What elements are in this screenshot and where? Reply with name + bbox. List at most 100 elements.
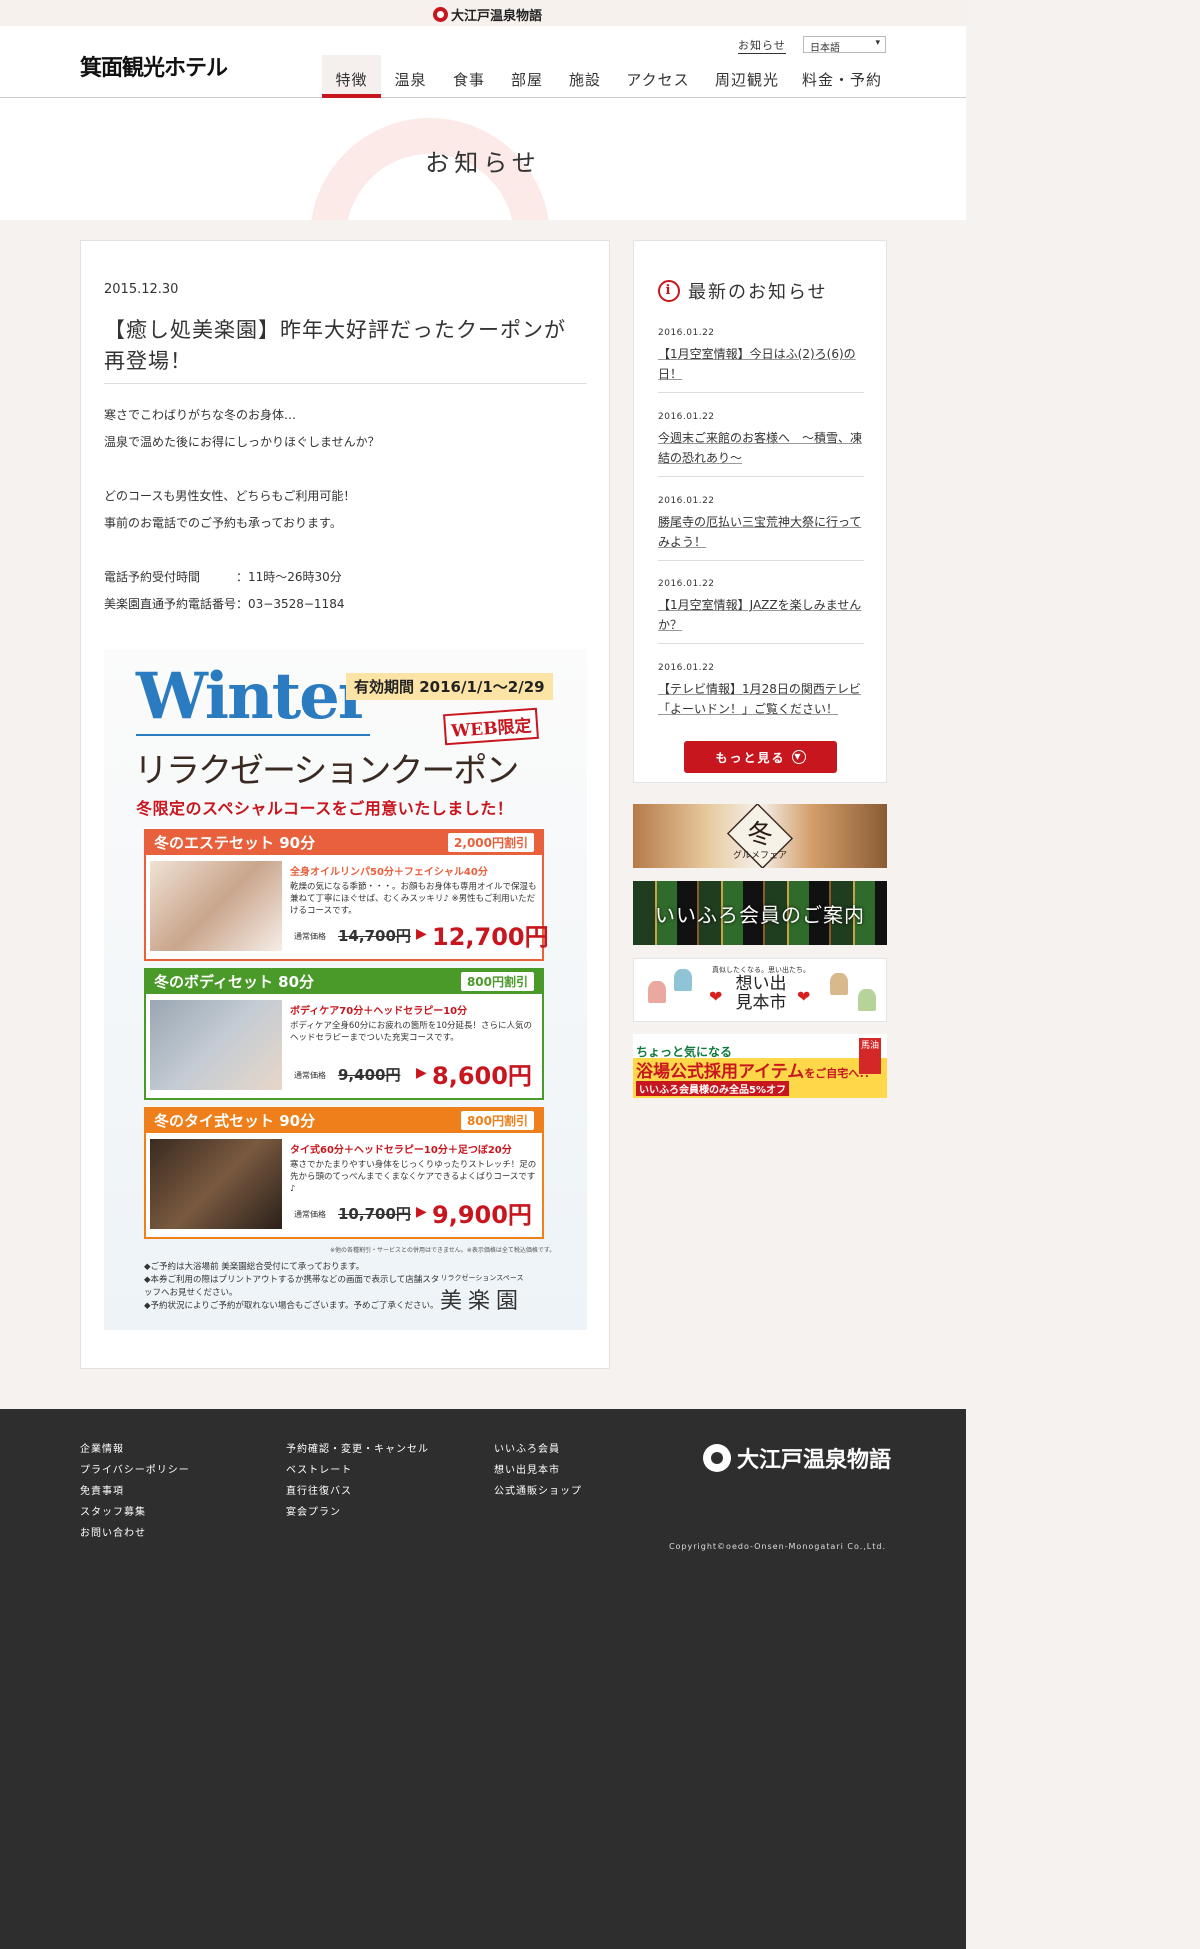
more-news-button[interactable]: もっと見る ▼: [684, 741, 837, 773]
post-date: 2015.12.30: [104, 282, 179, 297]
coupon-course: 冬のタイ式セット 90分 800円割引 タイ式60分＋ヘッドセラピー10分＋足つ…: [144, 1107, 544, 1239]
article-panel: 2015.12.30 【癒し処美楽園】昨年大好評だったクーポンが再登場！ 寒さで…: [80, 240, 610, 1369]
nav-item-meals[interactable]: 食事: [440, 55, 498, 98]
course-description: 乾燥の気になる季節・・・。お顔もお身体も専用オイルで保湿も兼ねて丁寧にほぐせば、…: [290, 882, 537, 916]
nav-item-access[interactable]: アクセス: [614, 55, 702, 98]
coupon-period: 有効期間 2016/1/1～2/29: [346, 673, 553, 700]
course-header: 冬のタイ式セット 90分 800円割引: [144, 1107, 544, 1133]
news-title-link[interactable]: 今週末ご来館のお客様へ 〜積雪、凍結の恐れあり〜: [658, 428, 864, 468]
post-body: 寒さでこわばりがちな冬のお身体… 温泉で温めた後にお得にしっかりほぐしませんか？…: [104, 402, 587, 618]
news-item[interactable]: 2016.01.22 今週末ご来館のお客様へ 〜積雪、凍結の恐れあり〜: [658, 412, 864, 477]
news-date: 2016.01.22: [658, 496, 715, 506]
nav-item-onsen[interactable]: 温泉: [381, 55, 440, 98]
course-header: 冬のエステセット 90分 2,000円割引: [144, 829, 544, 855]
footer-brand-name: 大江戸温泉物語: [737, 1448, 892, 1473]
footer-column: 予約確認・変更・キャンセル ベストレート 直行往復バス 宴会プラン: [286, 1439, 429, 1523]
nav-item-sightseeing[interactable]: 周辺観光: [702, 55, 792, 98]
nav-item-facilities[interactable]: 施設: [556, 55, 614, 98]
news-item[interactable]: 2016.01.22 勝尾寺の厄払い三宝荒神大祭に行ってみよう！: [658, 496, 864, 561]
course-discount: 800円割引: [460, 971, 534, 991]
news-item[interactable]: 2016.01.22 【テレビ情報】1月28日の関西テレビ「よーいドン！」ご覧く…: [658, 663, 864, 727]
news-title-link[interactable]: 勝尾寺の厄払い三宝荒神大祭に行ってみよう！: [658, 512, 864, 552]
footer-column: 企業情報 プライバシーポリシー 免責事項 スタッフ募集 お問い合わせ: [80, 1439, 190, 1544]
member-banner[interactable]: いいふろ会員のご案内: [633, 881, 887, 945]
site-header: 箕面観光ホテル お知らせ 日本語 特徴 温泉 食事 部屋 施設 アクセス 周辺観…: [0, 26, 966, 98]
course-name: 冬のエステセット 90分: [154, 833, 316, 852]
latest-news-sidebar: i 最新のお知らせ 2016.01.22 【1月空室情報】今日はふ(2)ろ(6)…: [633, 240, 887, 783]
site-footer: 企業情報 プライバシーポリシー 免責事項 スタッフ募集 お問い合わせ 予約確認・…: [0, 1409, 966, 1949]
goods-banner-headline: 浴場公式採用アイテム: [636, 1062, 805, 1082]
hotel-logo[interactable]: 箕面観光ホテル: [80, 50, 228, 82]
heart-icon: ❤: [797, 987, 811, 1006]
news-date: 2016.01.22: [658, 579, 715, 589]
footer-brand-logo[interactable]: 大江戸温泉物語: [703, 1442, 891, 1474]
heart-icon: ❤: [709, 987, 723, 1006]
memory-banner[interactable]: 真似したくなる。思い出たち。 想い出 見本市 ❤ ❤: [633, 958, 887, 1022]
arrow-right-icon: ▶: [416, 1204, 427, 1220]
footer-link[interactable]: 宴会プラン: [286, 1502, 429, 1523]
illustration-figure: [858, 989, 876, 1011]
footer-link[interactable]: プライバシーポリシー: [80, 1460, 190, 1481]
more-news-label: もっと見る: [715, 750, 786, 765]
page-hero: お知らせ: [0, 98, 966, 220]
shop-logo: リラクゼーションスペース 美楽園: [440, 1273, 524, 1315]
nav-item-price-booking[interactable]: 料金・予約: [792, 55, 892, 98]
post-paragraph: どのコースも男性女性、どちらもご利用可能！: [104, 489, 356, 503]
post-paragraph: 事前のお電話でのご予約も承っております。: [104, 516, 342, 530]
news-date: 2016.01.22: [658, 412, 715, 422]
illustration-figure: [648, 981, 666, 1003]
course-header: 冬のボディセット 80分 800円割引: [144, 968, 544, 994]
group-brand-name: 大江戸温泉物語: [451, 9, 543, 24]
language-select[interactable]: 日本語: [803, 36, 886, 54]
coupon-fine-print: ※他の各種割引・サービスとの併用はできません。※表示価格は全て税込価格です。: [330, 1247, 556, 1254]
news-date: 2016.01.22: [658, 328, 715, 338]
news-title-link[interactable]: 【1月空室情報】JAZZを楽しみませんか？: [658, 595, 864, 635]
nav-item-rooms[interactable]: 部屋: [498, 55, 556, 98]
footer-link[interactable]: 企業情報: [80, 1439, 190, 1460]
news-item[interactable]: 2016.01.22 【1月空室情報】JAZZを楽しみませんか？: [658, 579, 864, 644]
course-description: 寒さでかたまりやすい身体をじっくりゆったりストレッチ！足の先から頭のてっぺんまで…: [290, 1160, 537, 1194]
info-icon: i: [658, 280, 680, 302]
goods-banner-line3: いいふろ会員様のみ全品5%オフ: [636, 1081, 789, 1096]
footer-link[interactable]: お問い合わせ: [80, 1523, 190, 1544]
footer-link[interactable]: スタッフ募集: [80, 1502, 190, 1523]
post-paragraph: [104, 537, 587, 564]
news-title-link[interactable]: 【1月空室情報】今日はふ(2)ろ(6)の日！: [658, 344, 864, 384]
coupon-note: ◆予約状況によりご予約が取れない場合もございます。予めご了承ください。: [144, 1301, 439, 1311]
page-title: お知らせ: [425, 149, 541, 177]
coupon-price: 12,700円: [432, 923, 549, 951]
news-item[interactable]: 2016.01.22 【1月空室情報】今日はふ(2)ろ(6)の日！: [658, 328, 864, 393]
footer-link[interactable]: ベストレート: [286, 1460, 429, 1481]
footer-link[interactable]: 想い出見本市: [494, 1460, 582, 1481]
sidebar-title-text: 最新のお知らせ: [688, 282, 828, 303]
illustration-figure: [830, 973, 848, 995]
post-paragraph: 温泉で温めた後にお得にしっかりほぐしませんか？: [104, 435, 380, 449]
group-brand-logo[interactable]: 大江戸温泉物語: [433, 5, 542, 24]
crest-icon: [703, 1444, 731, 1472]
top-bar: 大江戸温泉物語: [0, 0, 966, 26]
post-paragraph: 寒さでこわばりがちな冬のお身体…: [104, 408, 297, 422]
shop-caption: リラクゼーションスペース: [440, 1274, 524, 1282]
regular-price: 14,700円: [338, 927, 411, 945]
course-discount: 800円割引: [460, 1110, 534, 1130]
footer-link[interactable]: 公式通販ショップ: [494, 1481, 582, 1502]
footer-link[interactable]: 免責事項: [80, 1481, 190, 1502]
notice-link[interactable]: お知らせ: [738, 37, 786, 54]
main-nav: 特徴 温泉 食事 部屋 施設 アクセス 周辺観光 料金・予約: [322, 55, 892, 98]
goods-banner[interactable]: ちょっと気になる 浴場公式採用アイテムをご自宅へ!! いいふろ会員様のみ全品5%…: [633, 1034, 887, 1098]
post-paragraph: [104, 456, 587, 483]
coupon-notes: ◆ご予約は大浴場前 美楽園総合受付にて承っております。 ◆本券ご利用の際はプリン…: [144, 1261, 444, 1313]
member-banner-text: いいふろ会員のご案内: [655, 903, 865, 927]
course-photo: [150, 1139, 282, 1229]
regular-price-label: 通常価格: [294, 932, 326, 941]
footer-link[interactable]: 予約確認・変更・キャンセル: [286, 1439, 429, 1460]
footer-link[interactable]: 直行往復バス: [286, 1481, 429, 1502]
news-title-link[interactable]: 【テレビ情報】1月28日の関西テレビ「よーいドン！」ご覧ください！: [658, 679, 864, 719]
gourmet-fair-banner[interactable]: 冬 グルメフェア: [633, 804, 887, 868]
footer-link[interactable]: いいふろ会員: [494, 1439, 582, 1460]
course-discount: 2,000円割引: [448, 832, 534, 852]
web-only-stamp: WEB限定: [443, 707, 540, 746]
nav-item-features[interactable]: 特徴: [322, 55, 381, 98]
coupon-note: ◆ご予約は大浴場前 美楽園総合受付にて承っております。: [144, 1262, 365, 1272]
course-description: ボディケア全身60分にお疲れの箇所を10分延長！さらに人気のヘッドセラピーまでつ…: [290, 1021, 533, 1043]
